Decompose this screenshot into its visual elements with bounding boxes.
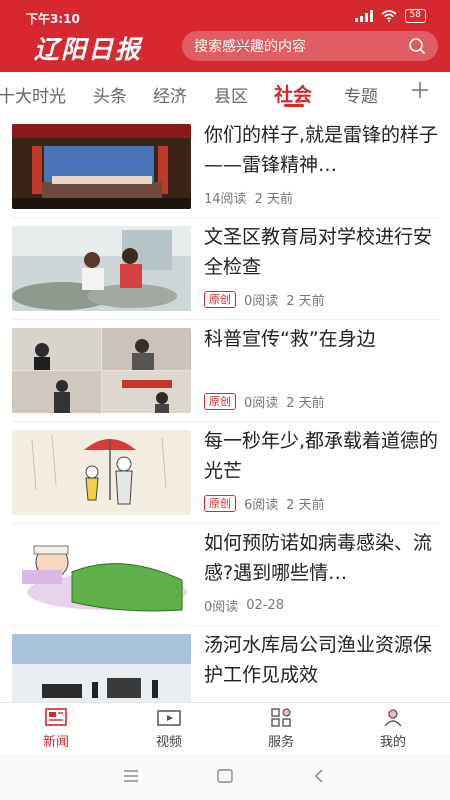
news-meta: 0阅读 02-28 bbox=[204, 596, 284, 615]
back-icon[interactable] bbox=[312, 768, 326, 784]
menu-icon[interactable] bbox=[122, 769, 140, 783]
search-placeholder: 搜索感兴趣的内容 bbox=[194, 39, 306, 55]
grid-services-icon bbox=[271, 708, 291, 727]
news-meta: 原创 0阅读 2 天前 bbox=[204, 290, 325, 309]
publish-time: 2 天前 bbox=[286, 396, 325, 411]
status-icons: 58 bbox=[354, 9, 426, 23]
read-count: 6阅读 bbox=[244, 498, 279, 513]
nav-profile-label: 我的 bbox=[379, 735, 406, 750]
news-item[interactable]: 文圣区教育局对学校进行安全检查 原创 0阅读 2 天前 bbox=[12, 218, 440, 320]
read-count: 0阅读 bbox=[244, 396, 279, 411]
news-title: 你们的样子,就是雷锋的样子——雷锋精神… bbox=[204, 124, 439, 176]
nav-video[interactable]: 视频 bbox=[139, 707, 199, 750]
newspaper-icon bbox=[45, 708, 67, 726]
news-item[interactable]: 每一秒年少,都承载着道德的光芒 原创 6阅读 2 天前 bbox=[12, 422, 440, 524]
add-channel-icon[interactable] bbox=[410, 80, 430, 100]
nav-profile[interactable]: 我的 bbox=[363, 707, 423, 750]
publish-time: 02-28 bbox=[246, 598, 285, 613]
search-icon[interactable] bbox=[408, 37, 426, 55]
news-title: 每一秒年少,都承载着道德的光芒 bbox=[204, 430, 439, 482]
news-item[interactable]: 科普宣传“救”在身边 原创 0阅读 2 天前 bbox=[12, 320, 440, 422]
category-tabs: 十大时光 头条 经济 县区 社会 专题 bbox=[0, 72, 450, 116]
status-time: 下午3:10 bbox=[26, 12, 80, 26]
news-thumbnail bbox=[12, 532, 191, 617]
news-thumbnail bbox=[12, 430, 191, 515]
news-title: 汤河水库局公司渔业资源保护工作见成效 bbox=[204, 634, 433, 686]
bottom-nav: 新闻 视频 服务 我的 bbox=[0, 702, 450, 754]
tab-zhuanti[interactable]: 专题 bbox=[344, 82, 378, 107]
tab-shida-shiguang[interactable]: 十大时光 bbox=[0, 82, 66, 107]
nav-services[interactable]: 服务 bbox=[251, 707, 311, 750]
tab-toutiao[interactable]: 头条 bbox=[93, 82, 127, 107]
publish-time: 2 天前 bbox=[286, 294, 325, 309]
search-input[interactable]: 搜索感兴趣的内容 bbox=[182, 31, 438, 61]
news-thumbnail bbox=[12, 124, 191, 209]
signal-icon bbox=[354, 10, 373, 22]
battery-icon: 58 bbox=[404, 9, 426, 23]
original-badge: 原创 bbox=[204, 291, 236, 308]
news-meta: 14阅读 2 天前 bbox=[204, 188, 293, 207]
nav-services-label: 服务 bbox=[267, 735, 294, 750]
news-thumbnail bbox=[12, 328, 191, 413]
original-badge: 原创 bbox=[204, 495, 236, 512]
news-feed: 你们的样子,就是雷锋的样子——雷锋精神… 14阅读 2 天前 文圣区教育局对学校… bbox=[0, 116, 450, 702]
nav-video-label: 视频 bbox=[155, 735, 182, 750]
news-meta: 原创 0阅读 2 天前 bbox=[204, 392, 325, 411]
nav-news-label: 新闻 bbox=[42, 735, 69, 750]
profile-icon bbox=[384, 709, 402, 727]
tab-jingji[interactable]: 经济 bbox=[153, 82, 187, 107]
news-item[interactable]: 汤河水库局公司渔业资源保护工作见成效 bbox=[12, 626, 440, 702]
news-title: 科普宣传“救”在身边 bbox=[204, 328, 376, 350]
nav-news[interactable]: 新闻 bbox=[26, 707, 86, 750]
read-count: 0阅读 bbox=[204, 600, 239, 615]
read-count: 0阅读 bbox=[244, 294, 279, 309]
publish-time: 2 天前 bbox=[254, 192, 293, 207]
app-header: 下午3:10 58 辽阳日报 搜索感兴趣的内容 bbox=[0, 0, 450, 72]
news-thumbnail bbox=[12, 634, 191, 702]
news-meta: 原创 6阅读 2 天前 bbox=[204, 494, 325, 513]
app-logo: 辽阳日报 bbox=[34, 35, 143, 64]
active-tab-indicator bbox=[284, 104, 304, 107]
wifi-icon bbox=[381, 10, 397, 22]
tab-xianqu[interactable]: 县区 bbox=[214, 82, 248, 107]
video-icon bbox=[157, 710, 181, 726]
original-badge: 原创 bbox=[204, 393, 236, 410]
publish-time: 2 天前 bbox=[286, 498, 325, 513]
news-item[interactable]: 如何预防诺如病毒感染、流感?遇到哪些情… 0阅读 02-28 bbox=[12, 524, 440, 626]
home-icon[interactable] bbox=[216, 768, 234, 784]
news-title: 文圣区教育局对学校进行安全检查 bbox=[204, 226, 433, 278]
system-nav-bar bbox=[0, 754, 450, 800]
news-item[interactable]: 你们的样子,就是雷锋的样子——雷锋精神… 14阅读 2 天前 bbox=[12, 116, 440, 218]
news-thumbnail bbox=[12, 226, 191, 311]
read-count: 14阅读 bbox=[204, 192, 247, 207]
tab-shehui[interactable]: 社会 bbox=[274, 80, 312, 107]
news-title: 如何预防诺如病毒感染、流感?遇到哪些情… bbox=[204, 532, 433, 584]
